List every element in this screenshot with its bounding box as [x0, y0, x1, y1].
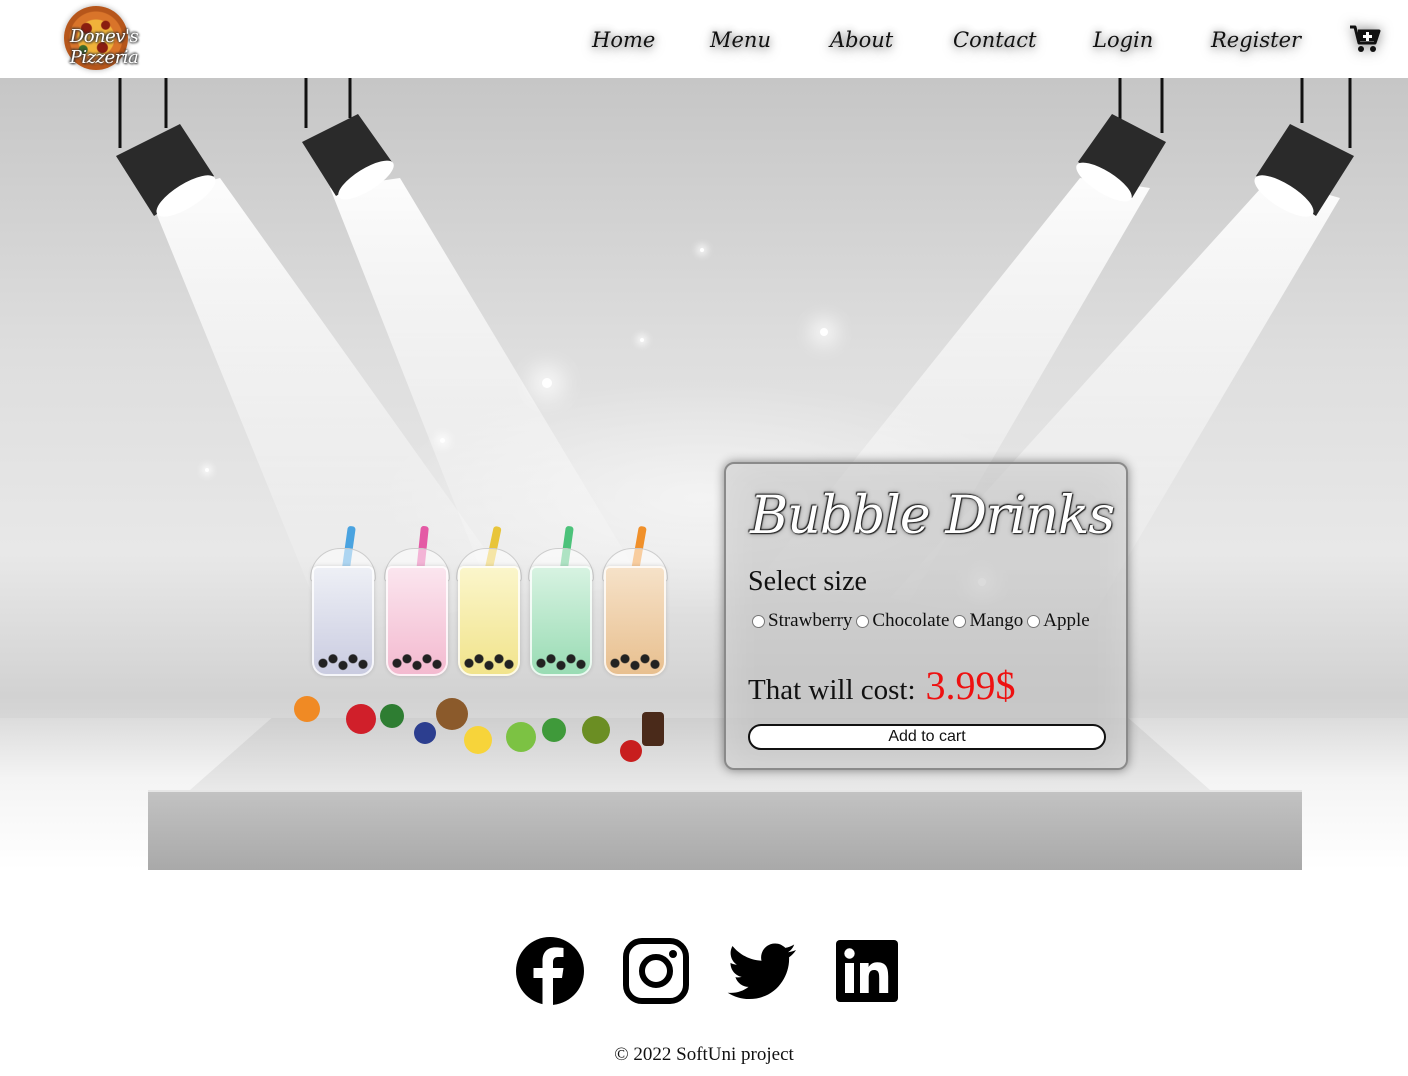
- drink-cup: [312, 566, 374, 676]
- product-card: Bubble Drinks Select size Strawberry Cho…: [724, 462, 1128, 770]
- site-header: Donev's Pizzeria Home Menu About Contact…: [0, 0, 1408, 78]
- drink-cup: [386, 566, 448, 676]
- site-logo[interactable]: Donev's Pizzeria: [34, 4, 174, 72]
- option-label: Strawberry: [768, 610, 853, 631]
- option-label: Chocolate: [872, 610, 950, 631]
- radio-button[interactable]: [752, 614, 765, 628]
- fruit: [380, 704, 404, 728]
- option-label: Mango: [969, 610, 1024, 631]
- stage-banner: [0, 78, 1408, 870]
- sparkle: [820, 328, 828, 336]
- fruit: [464, 726, 492, 754]
- select-size-label: Select size: [748, 566, 867, 597]
- fruit: [620, 740, 642, 762]
- stage-platform-front: [148, 790, 1302, 870]
- fruit: [542, 718, 566, 742]
- bubble-drinks-image: [286, 525, 686, 776]
- fruit: [582, 716, 610, 744]
- logo-text: Donev's Pizzeria: [69, 26, 139, 68]
- option-label: Apple: [1043, 610, 1090, 631]
- sparkle: [542, 378, 552, 388]
- radio-button[interactable]: [953, 614, 967, 628]
- cart-plus-icon[interactable]: [1349, 24, 1381, 54]
- option-chocolate[interactable]: Chocolate: [856, 610, 949, 632]
- product-title: Bubble Drinks: [750, 486, 1115, 546]
- fruit: [414, 722, 436, 744]
- price-label: That will cost:: [748, 674, 916, 706]
- price-row: That will cost: 3.99$: [748, 662, 1016, 709]
- sparkle: [640, 338, 644, 342]
- radio-button[interactable]: [1027, 614, 1041, 628]
- linkedin-icon[interactable]: [835, 936, 899, 1006]
- option-strawberry[interactable]: Strawberry: [752, 610, 852, 632]
- facebook-icon[interactable]: [515, 936, 585, 1006]
- size-options: Strawberry Chocolate Mango Apple: [752, 610, 1094, 632]
- fruit: [642, 712, 664, 746]
- instagram-icon[interactable]: [623, 936, 689, 1006]
- option-apple[interactable]: Apple: [1027, 610, 1090, 632]
- twitter-icon[interactable]: [726, 936, 798, 1006]
- nav-about[interactable]: About: [830, 24, 893, 56]
- fruit: [294, 696, 320, 722]
- fruit: [436, 698, 468, 730]
- nav-contact[interactable]: Contact: [953, 24, 1036, 56]
- price-value: 3.99$: [925, 663, 1016, 708]
- add-to-cart-button[interactable]: Add to cart: [748, 724, 1106, 750]
- drink-cup: [604, 566, 666, 676]
- nav-home[interactable]: Home: [592, 24, 655, 56]
- drink-cup: [458, 566, 520, 676]
- option-mango[interactable]: Mango: [953, 610, 1023, 632]
- fruit: [506, 722, 536, 752]
- nav-register[interactable]: Register: [1211, 24, 1301, 56]
- spotlights: [116, 78, 1354, 217]
- radio-button[interactable]: [856, 614, 870, 628]
- nav-login[interactable]: Login: [1093, 24, 1153, 56]
- sparkle: [700, 248, 704, 252]
- sparkle: [440, 438, 445, 443]
- sparkle: [205, 468, 209, 472]
- nav-menu[interactable]: Menu: [710, 24, 771, 56]
- fruit: [346, 704, 376, 734]
- copyright-text: © 2022 SoftUni project: [614, 1044, 794, 1065]
- drink-cup: [530, 566, 592, 676]
